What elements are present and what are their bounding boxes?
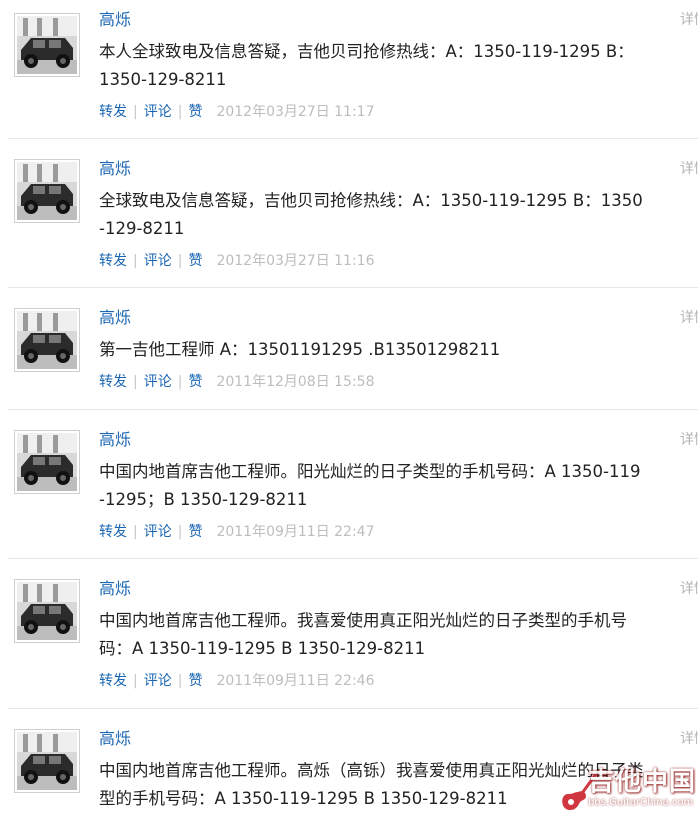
post-text: 中国内地首席吉他工程师。阳光灿烂的日子类型的手机号码：A 1350-119-12… <box>99 462 641 509</box>
divider: | <box>133 673 138 689</box>
detail-link[interactable]: 详情 <box>680 579 698 599</box>
divider: | <box>177 673 183 689</box>
detail-link[interactable]: 详情 <box>680 10 698 30</box>
forward-button[interactable]: 转发 <box>99 524 127 540</box>
forward-button[interactable]: 转发 <box>99 673 127 689</box>
author-name[interactable]: 高烁 <box>99 308 131 328</box>
avatar[interactable] <box>14 308 80 372</box>
jeep-photo-icon <box>17 433 77 491</box>
forward-button[interactable]: 转发 <box>99 104 127 120</box>
divider: | <box>133 104 138 120</box>
comment-button[interactable]: 评论 <box>144 104 172 120</box>
detail-link[interactable]: 详情 <box>680 159 698 179</box>
post-time[interactable]: 2011年09月11日 22:46 <box>216 673 374 689</box>
jeep-photo-icon <box>17 311 77 369</box>
post-time[interactable]: 2011年09月11日 22:47 <box>216 524 374 540</box>
post-time[interactable]: 2012年03月27日 11:17 <box>216 104 374 120</box>
like-button[interactable]: 赞 <box>188 374 202 390</box>
watermark-title: 吉他中国 <box>588 767 697 797</box>
post-text: 本人全球致电及信息答疑，吉他贝司抢修热线：A：1350-119-1295 B：1… <box>99 42 634 89</box>
detail-link[interactable]: 详情 <box>680 729 698 749</box>
post-text: 全球致电及信息答疑，吉他贝司抢修热线：A：1350-119-1295 B：135… <box>99 191 643 238</box>
jeep-photo-icon <box>17 162 77 220</box>
divider: | <box>177 524 183 540</box>
avatar[interactable] <box>14 13 80 77</box>
post-text: 第一吉他工程师 A：13501191295 .B13501298211 <box>99 340 501 359</box>
post-actions: 转发 | 评论 | 赞 2012年03月27日 11:17 <box>99 102 375 122</box>
post-time[interactable]: 2012年03月27日 11:16 <box>216 253 374 269</box>
weibo-feed: 高烁 详情 本人全球致电及信息答疑，吉他贝司抢修热线：A：1350-119-12… <box>0 0 698 821</box>
forward-button[interactable]: 转发 <box>99 374 127 390</box>
avatar[interactable] <box>14 159 80 223</box>
author-name[interactable]: 高烁 <box>99 159 131 179</box>
divider: | <box>177 374 183 390</box>
post-text: 中国内地首席吉他工程师。我喜爱使用真正阳光灿烂的日子类型的手机号码：A 1350… <box>99 611 627 658</box>
jeep-photo-icon <box>17 582 77 640</box>
jeep-photo-icon <box>17 732 77 790</box>
avatar[interactable] <box>14 579 80 643</box>
avatar[interactable] <box>14 729 80 793</box>
guitarchina-watermark: 吉他中国 bbs.GuitarChina.com <box>558 766 698 818</box>
author-name[interactable]: 高烁 <box>99 430 131 450</box>
like-button[interactable]: 赞 <box>188 253 202 269</box>
detail-link[interactable]: 详情 <box>680 430 698 450</box>
divider: | <box>133 253 138 269</box>
author-name[interactable]: 高烁 <box>99 729 131 749</box>
forward-button[interactable]: 转发 <box>99 253 127 269</box>
divider: | <box>133 524 138 540</box>
divider: | <box>133 374 138 390</box>
avatar[interactable] <box>14 430 80 494</box>
post-item: 高烁 详情 本人全球致电及信息答疑，吉他贝司抢修热线：A：1350-119-12… <box>8 0 698 139</box>
like-button[interactable]: 赞 <box>188 673 202 689</box>
post-item: 高烁 详情 中国内地首席吉他工程师。阳光灿烂的日子类型的手机号码：A 1350-… <box>8 410 698 559</box>
post-actions: 转发 | 评论 | 赞 2012年03月27日 11:16 <box>99 251 375 271</box>
post-item: 高烁 详情 中国内地首席吉他工程师。我喜爱使用真正阳光灿烂的日子类型的手机号码：… <box>8 559 698 709</box>
divider: | <box>177 104 183 120</box>
post-actions: 转发 | 评论 | 赞 2011年12月08日 15:58 <box>99 372 375 392</box>
like-button[interactable]: 赞 <box>188 524 202 540</box>
post-actions: 转发 | 评论 | 赞 2011年09月11日 22:46 <box>99 671 375 691</box>
comment-button[interactable]: 评论 <box>144 374 172 390</box>
post-actions: 转发 | 评论 | 赞 2011年09月11日 22:47 <box>99 522 375 542</box>
post-item: 高烁 详情 第一吉他工程师 A：13501191295 .B1350129821… <box>8 288 698 410</box>
detail-link[interactable]: 详情 <box>680 308 698 328</box>
divider: | <box>177 253 183 269</box>
like-button[interactable]: 赞 <box>188 104 202 120</box>
author-name[interactable]: 高烁 <box>99 10 131 30</box>
watermark-subtitle: bbs.GuitarChina.com <box>588 797 694 808</box>
comment-button[interactable]: 评论 <box>144 524 172 540</box>
comment-button[interactable]: 评论 <box>144 673 172 689</box>
author-name[interactable]: 高烁 <box>99 579 131 599</box>
comment-button[interactable]: 评论 <box>144 253 172 269</box>
post-time[interactable]: 2011年12月08日 15:58 <box>216 374 374 390</box>
jeep-photo-icon <box>17 16 77 74</box>
post-item: 高烁 详情 全球致电及信息答疑，吉他贝司抢修热线：A：1350-119-1295… <box>8 139 698 288</box>
